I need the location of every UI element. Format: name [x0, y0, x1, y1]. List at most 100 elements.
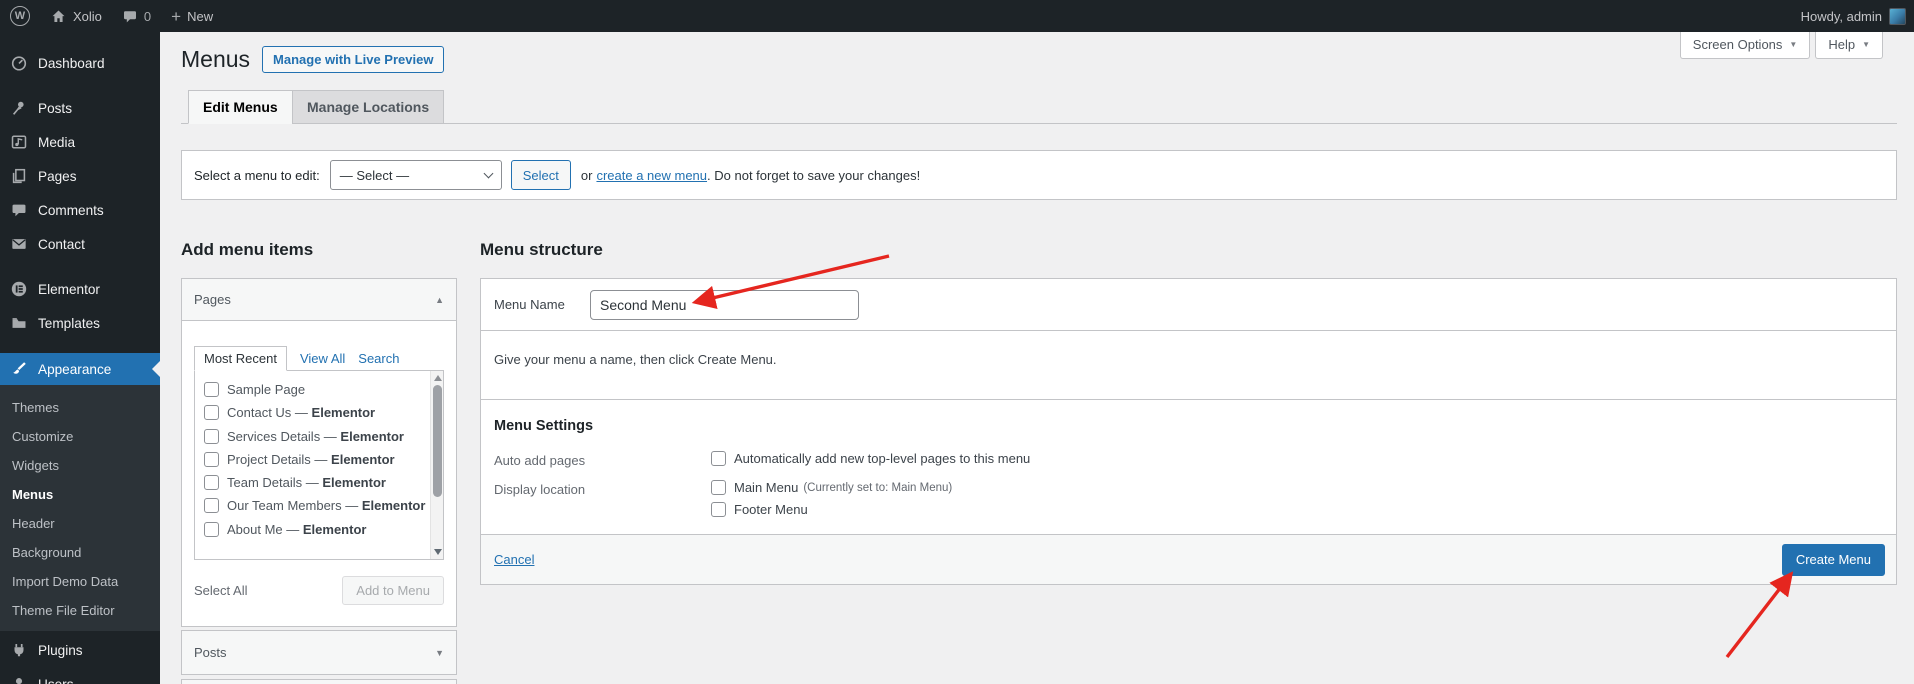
submenu-item-menus[interactable]: Menus: [0, 480, 160, 509]
site-name-label: Xolio: [73, 9, 102, 24]
wordpress-logo-menu[interactable]: W: [0, 0, 40, 32]
screen-options-label: Screen Options: [1693, 37, 1783, 52]
pages-panel: Pages ▲ Most Recent View All Search Samp…: [181, 278, 457, 627]
pages-checklist: Sample Page Contact Us — Elementor Servi…: [194, 370, 444, 560]
page-checkbox[interactable]: [204, 429, 219, 444]
sidebar-item-plugins[interactable]: Plugins: [0, 633, 160, 667]
new-content-menu[interactable]: + New: [161, 0, 223, 32]
tab-most-recent[interactable]: Most Recent: [194, 346, 287, 371]
sidebar-item-posts[interactable]: Posts: [0, 91, 160, 125]
select-all-link[interactable]: Select All: [194, 583, 247, 598]
menu-name-row: Menu Name: [481, 279, 1896, 331]
structure-panel-footer: Cancel Create Menu: [481, 534, 1896, 584]
scroll-up-icon[interactable]: [434, 375, 442, 381]
user-avatar[interactable]: [1889, 8, 1906, 25]
page-checkbox[interactable]: [204, 475, 219, 490]
nav-tabs: Edit Menus Manage Locations: [181, 90, 1897, 124]
wordpress-admin-page: W Xolio 0 + New Howdy, admin: [0, 0, 1914, 684]
create-new-menu-link[interactable]: create a new menu: [596, 168, 707, 183]
comments-shortcut[interactable]: 0: [112, 0, 161, 32]
main-menu-checkbox[interactable]: [711, 480, 726, 495]
footer-menu-checkbox[interactable]: [711, 502, 726, 517]
admin-bar-left: W Xolio 0 + New: [0, 0, 223, 32]
admin-bar: W Xolio 0 + New Howdy, admin: [0, 0, 1914, 32]
appearance-submenu: Themes Customize Widgets Menus Header Ba…: [0, 385, 160, 631]
create-menu-button[interactable]: Create Menu: [1782, 544, 1885, 576]
manage-live-preview-button[interactable]: Manage with Live Preview: [262, 46, 444, 73]
page-checkbox[interactable]: [204, 382, 219, 397]
menu-structure-heading: Menu structure: [480, 240, 603, 260]
sidebar-item-label: Users: [38, 677, 74, 684]
add-to-menu-button[interactable]: Add to Menu: [342, 576, 444, 605]
location-main-menu-option: Main Menu (Currently set to: Main Menu): [711, 480, 952, 495]
sidebar-item-appearance[interactable]: Appearance: [0, 353, 160, 385]
comment-bubble-icon: [122, 8, 138, 24]
sidebar-item-elementor[interactable]: Elementor: [0, 272, 160, 306]
home-icon: [50, 8, 67, 25]
scrollbar-thumb[interactable]: [433, 385, 442, 497]
sidebar-item-label: Templates: [38, 316, 100, 331]
page-item-label: Services Details —: [227, 429, 340, 444]
list-item: Contact Us — Elementor: [204, 401, 427, 424]
scroll-down-icon[interactable]: [434, 549, 442, 555]
admin-sidebar: Dashboard Posts Media Pages Comments: [0, 32, 160, 684]
page-title-row: Menus Manage with Live Preview: [181, 46, 444, 73]
dropdown-value: — Select —: [340, 168, 409, 183]
page-item-suffix: Elementor: [312, 405, 376, 420]
chevron-down-icon: ▼: [1789, 40, 1797, 49]
comments-count: 0: [144, 9, 151, 24]
page-item-label: Contact Us —: [227, 405, 312, 420]
page-checkbox[interactable]: [204, 522, 219, 537]
menu-name-label: Menu Name: [494, 297, 577, 312]
tab-manage-locations[interactable]: Manage Locations: [292, 90, 444, 124]
new-label: New: [187, 9, 213, 24]
pages-accordion-header[interactable]: Pages ▲: [182, 279, 456, 321]
tab-edit-menus[interactable]: Edit Menus: [188, 90, 293, 124]
sidebar-item-label: Contact: [38, 237, 85, 252]
media-icon: [9, 133, 29, 151]
sidebar-item-users[interactable]: Users: [0, 667, 160, 684]
sidebar-item-pages[interactable]: Pages: [0, 159, 160, 193]
plugin-icon: [9, 641, 29, 659]
sidebar-item-templates[interactable]: Templates: [0, 306, 160, 340]
page-checkbox[interactable]: [204, 452, 219, 467]
pages-list: Sample Page Contact Us — Elementor Servi…: [195, 371, 443, 541]
menu-name-input[interactable]: [590, 290, 859, 320]
list-item: Services Details — Elementor: [204, 425, 427, 448]
auto-add-pages-label: Auto add pages: [494, 451, 711, 468]
cancel-link[interactable]: Cancel: [494, 552, 534, 567]
page-checkbox[interactable]: [204, 498, 219, 513]
page-item-suffix: Elementor: [303, 522, 367, 537]
tab-search[interactable]: Search: [358, 351, 399, 371]
location-footer-menu-option: Footer Menu: [711, 502, 952, 517]
sidebar-item-media[interactable]: Media: [0, 125, 160, 159]
collapse-arrow-icon: ▲: [435, 295, 444, 305]
screen-options-button[interactable]: Screen Options ▼: [1680, 32, 1811, 59]
menu-select-dropdown[interactable]: — Select —: [330, 160, 502, 190]
auto-add-checkbox[interactable]: [711, 451, 726, 466]
site-name-menu[interactable]: Xolio: [40, 0, 112, 32]
submenu-item-widgets[interactable]: Widgets: [0, 451, 160, 480]
page-checkbox[interactable]: [204, 405, 219, 420]
sidebar-item-comments[interactable]: Comments: [0, 193, 160, 227]
select-button[interactable]: Select: [511, 160, 571, 190]
menu-settings-heading: Menu Settings: [494, 418, 1896, 434]
page-item-suffix: Elementor: [362, 498, 426, 513]
posts-accordion-header[interactable]: Posts ▼: [181, 630, 457, 675]
howdy-text[interactable]: Howdy, admin: [1801, 9, 1882, 24]
scrollbar[interactable]: [430, 371, 443, 559]
submenu-item-themes[interactable]: Themes: [0, 393, 160, 422]
elementor-icon: [9, 280, 29, 298]
submenu-item-background[interactable]: Background: [0, 538, 160, 567]
admin-bar-right: Howdy, admin: [1801, 8, 1914, 25]
sidebar-item-contact[interactable]: Contact: [0, 227, 160, 261]
sidebar-item-dashboard[interactable]: Dashboard: [0, 46, 160, 80]
pin-icon: [9, 99, 29, 117]
submenu-item-header[interactable]: Header: [0, 509, 160, 538]
submenu-item-theme-file-editor[interactable]: Theme File Editor: [0, 596, 160, 625]
display-location-label: Display location: [494, 480, 711, 517]
help-button[interactable]: Help ▼: [1815, 32, 1883, 59]
tab-view-all[interactable]: View All: [300, 351, 345, 371]
submenu-item-customize[interactable]: Customize: [0, 422, 160, 451]
submenu-item-import-demo-data[interactable]: Import Demo Data: [0, 567, 160, 596]
